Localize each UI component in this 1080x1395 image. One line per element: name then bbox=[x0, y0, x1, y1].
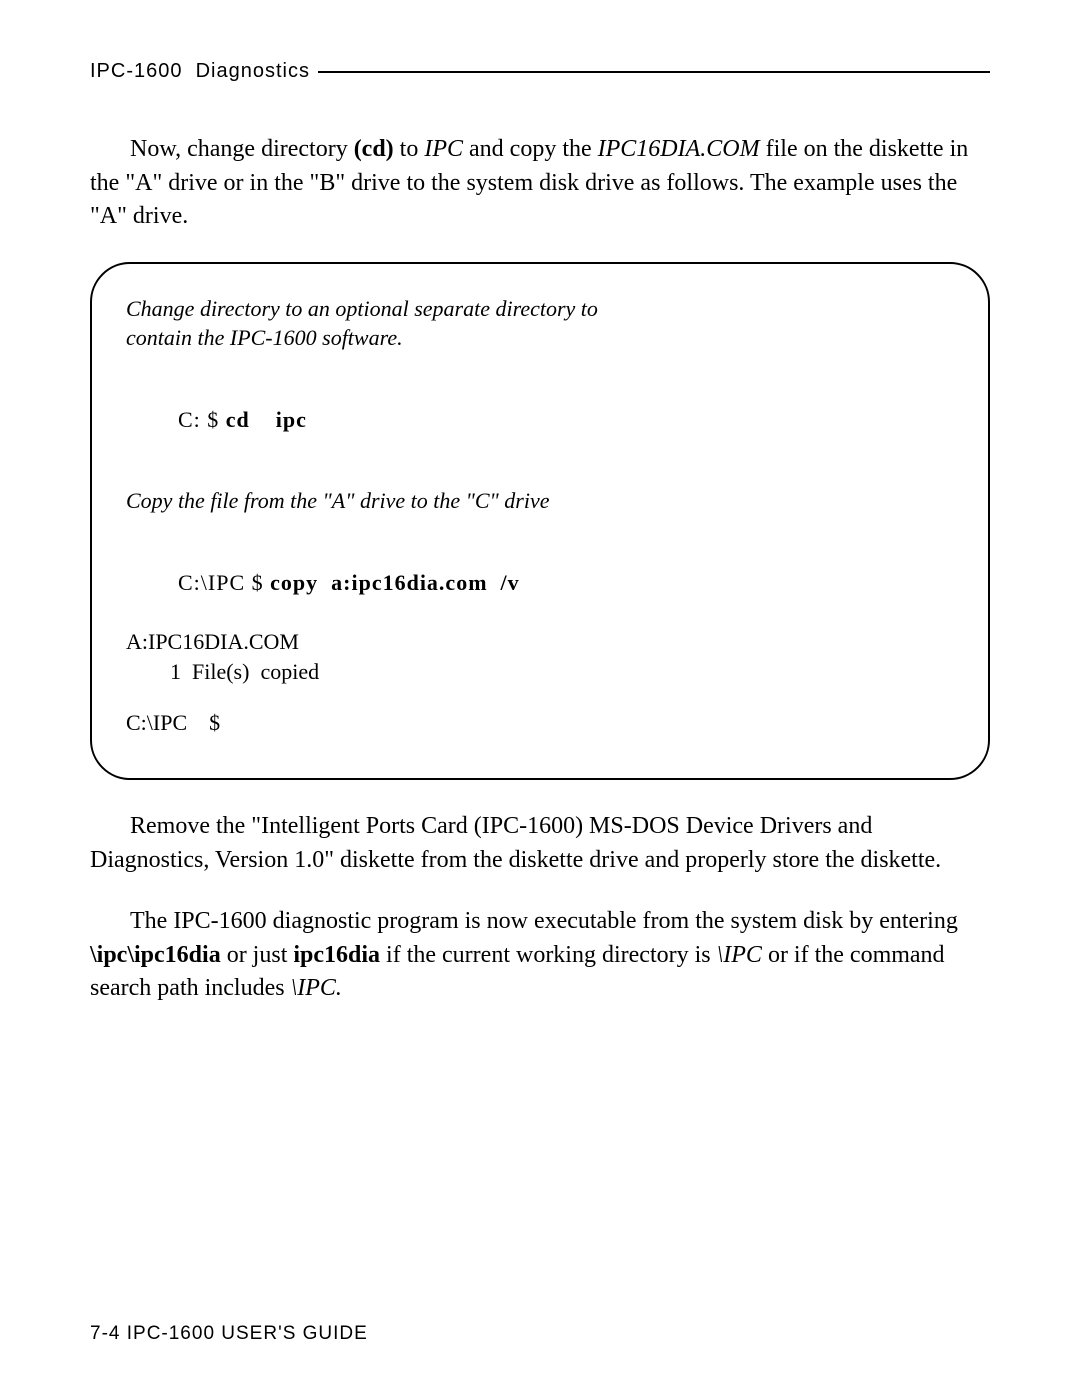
prompt1-pre: C: $ bbox=[178, 407, 226, 432]
terminal-box: Change directory to an optional separate… bbox=[90, 262, 990, 780]
p3-f: \IPC bbox=[717, 942, 762, 968]
paragraph-1: Now, change directory (cd) to IPC and co… bbox=[90, 133, 990, 234]
p1-file: IPC16DIA.COM bbox=[598, 136, 760, 162]
terminal-note-1: Change directory to an optional separate… bbox=[126, 294, 954, 353]
note1-line1: Change directory to an optional separate… bbox=[126, 294, 954, 324]
out1: A:IPC16DIA.COM bbox=[126, 627, 954, 657]
paragraph-3: The IPC-1600 diagnostic program is now e… bbox=[90, 905, 990, 1006]
p3-c: or just bbox=[221, 942, 294, 968]
p1-ipc: IPC bbox=[424, 136, 463, 162]
p1-mid: and copy the bbox=[463, 136, 598, 162]
prompt2-cmd: copy a:ipc16dia.com /v bbox=[270, 570, 520, 595]
prompt1-cmd: cd ipc bbox=[226, 407, 307, 432]
out2: 1 File(s) copied bbox=[126, 657, 954, 687]
note1-line2: contain the IPC-1600 software. bbox=[126, 323, 954, 353]
page-header: IPC-1600 Diagnostics bbox=[90, 60, 990, 83]
terminal-note-2: Copy the file from the "A" drive to the … bbox=[126, 486, 954, 516]
p3-a: The IPC-1600 diagnostic program is now e… bbox=[130, 908, 958, 934]
p3-d: ipc16dia bbox=[293, 942, 380, 968]
header-rule bbox=[318, 71, 990, 73]
p1-to: to bbox=[394, 136, 425, 162]
p3-e: if the current working directory is bbox=[380, 942, 717, 968]
p3-b: \ipc\ipc16dia bbox=[90, 942, 221, 968]
p3-h: \IPC. bbox=[291, 975, 342, 1001]
prompt2-pre: C:\IPC $ bbox=[178, 570, 270, 595]
header-title: IPC-1600 Diagnostics bbox=[90, 60, 310, 83]
paragraph-2: Remove the "Intelligent Ports Card (IPC-… bbox=[90, 810, 990, 877]
note2: Copy the file from the "A" drive to the … bbox=[126, 486, 954, 516]
terminal-cmd-1: C: $ cd ipc bbox=[126, 375, 954, 464]
p1-lead: Now, change directory bbox=[130, 136, 354, 162]
terminal-cmd-2: C:\IPC $ copy a:ipc16dia.com /v A:IPC16D… bbox=[126, 538, 954, 686]
prompt3: C:\IPC $ bbox=[126, 708, 954, 738]
page-footer: 7-4 IPC-1600 USER'S GUIDE bbox=[90, 1323, 368, 1345]
p1-cd: (cd) bbox=[354, 136, 394, 162]
